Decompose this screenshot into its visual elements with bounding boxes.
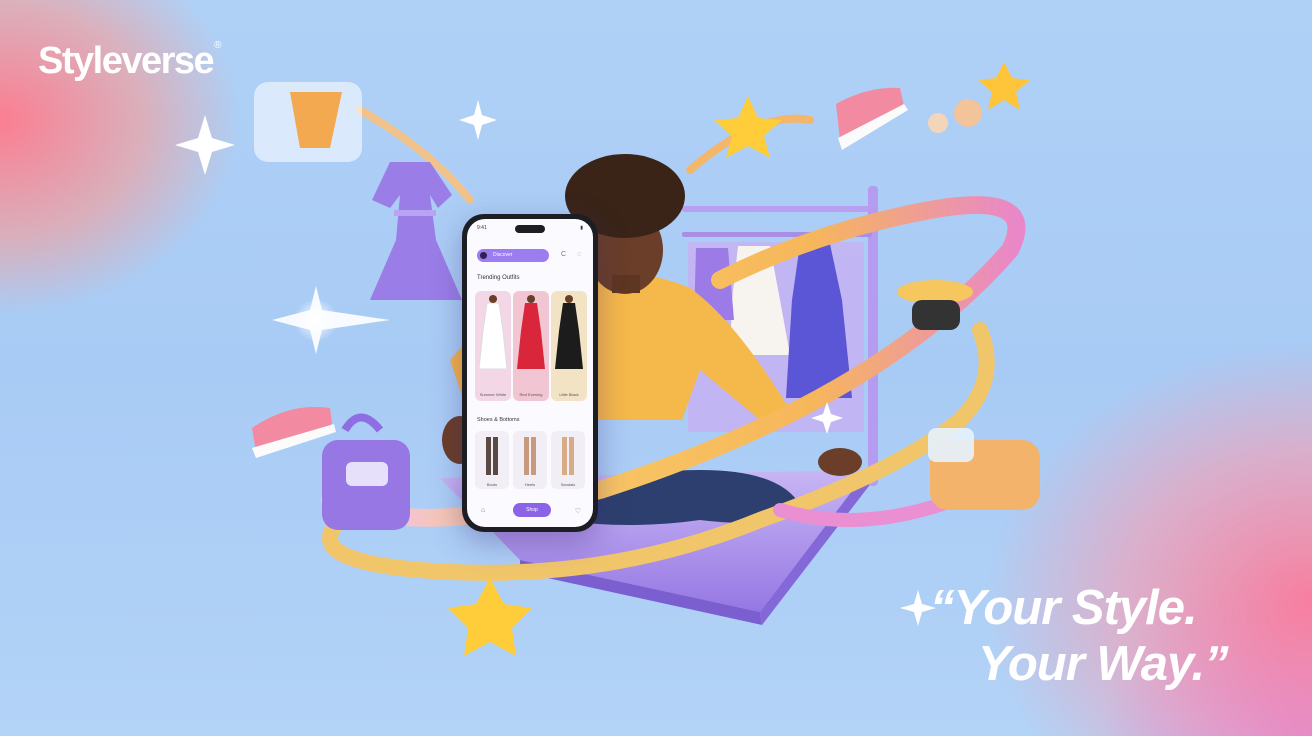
outfit-card[interactable]: Little Black [551, 291, 587, 401]
heart-icon[interactable]: ♡ [575, 507, 581, 515]
outfit-card[interactable]: Red Evening [513, 291, 549, 401]
home-icon[interactable]: ⌂ [481, 507, 485, 514]
phone-screen: 9:41 ▮ Discover C ◌ Trending Outfits Sum… [467, 219, 593, 527]
filter-icon[interactable]: C [561, 251, 566, 258]
phone-mockup: 9:41 ▮ Discover C ◌ Trending Outfits Sum… [462, 214, 598, 532]
handbag-icon [322, 413, 410, 530]
section-title-bottoms: Shoes & Bottoms [477, 417, 520, 423]
outfit-caption: Red Evening [519, 392, 543, 397]
legs-icon [486, 437, 498, 475]
dress-icon [478, 295, 508, 370]
dress-icon [555, 295, 583, 369]
tagline-line-2: Your Way.” [978, 637, 1229, 691]
dress-icon [517, 295, 545, 369]
bottom-card[interactable]: Heels [513, 431, 547, 489]
bottom-cards: Boots Heels Sandals [475, 431, 587, 491]
tagline: “Your Style. Your Way.” [930, 580, 1290, 692]
brand-logo: Styleverse® [38, 40, 222, 83]
cup-box-icon [254, 82, 362, 162]
floating-dress-icon [370, 162, 462, 300]
outfit-caption: Little Black [559, 392, 579, 397]
legs-icon [562, 437, 574, 475]
brand-registered-mark: ® [214, 40, 221, 51]
search-bar[interactable]: Discover [477, 249, 549, 262]
phone-notch [515, 225, 545, 233]
bottom-card[interactable]: Boots [475, 431, 509, 489]
watch-icon [928, 428, 1040, 510]
search-bar-label: Discover [493, 252, 513, 258]
outfit-card[interactable]: Summer White [475, 291, 511, 401]
bottom-caption: Boots [486, 482, 498, 487]
tagline-line-1: “Your Style. [930, 581, 1198, 635]
sneaker-top-icon [836, 87, 908, 150]
section-title-outfits: Trending Outfits [477, 275, 520, 281]
bottom-card[interactable]: Sandals [551, 431, 585, 489]
outfit-cards: Summer White Red Evening Little Black [475, 291, 587, 403]
status-time: 9:41 [477, 225, 487, 231]
battery-icon: ▮ [580, 225, 583, 231]
legs-icon [524, 437, 536, 475]
brand-name: Styleverse [38, 40, 215, 82]
outfit-caption: Summer White [479, 392, 507, 397]
star-right-icon [978, 62, 1030, 110]
shop-button[interactable]: Shop [513, 503, 551, 517]
bottom-caption: Heels [524, 482, 536, 487]
cart-icon[interactable]: ◌ [577, 251, 581, 258]
beads-icon [928, 99, 982, 133]
star-bottom-icon [448, 578, 532, 656]
bottom-caption: Sandals [560, 482, 576, 487]
profile-avatar[interactable] [480, 252, 487, 259]
